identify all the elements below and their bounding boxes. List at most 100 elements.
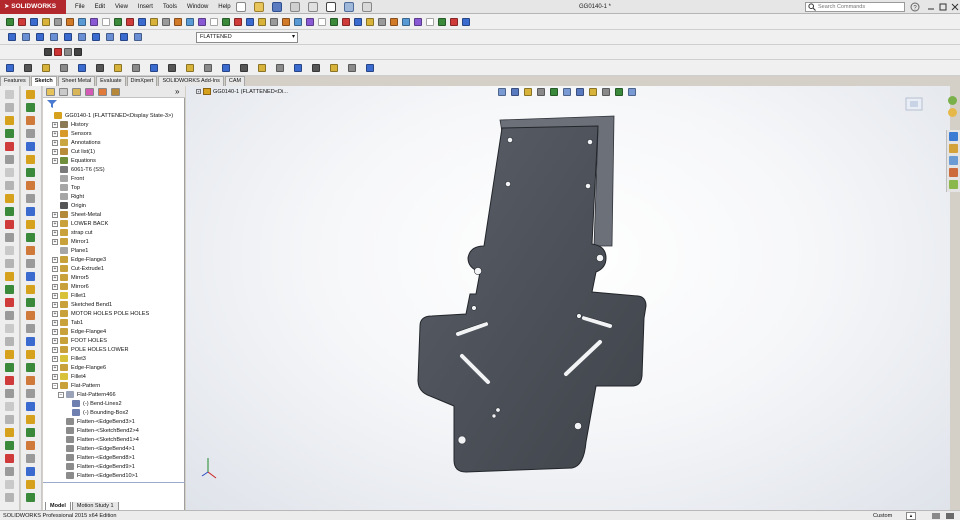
arc-icon[interactable] — [96, 64, 104, 72]
expand-icon[interactable]: + — [52, 256, 58, 263]
corner-icon[interactable] — [26, 194, 35, 203]
fix-tool-icon[interactable] — [5, 376, 14, 385]
cube-icon[interactable] — [22, 33, 30, 41]
forming-tool-icon[interactable] — [26, 246, 35, 255]
restore-icon[interactable] — [938, 2, 948, 12]
mirror-entities-icon[interactable] — [240, 64, 248, 72]
color-icon[interactable] — [390, 18, 398, 26]
expand-icon[interactable]: + — [52, 238, 58, 245]
pan-icon[interactable] — [318, 18, 326, 26]
status-icon-1[interactable] — [932, 513, 940, 519]
layer-tool-icon[interactable] — [5, 493, 14, 502]
arc-tool-icon[interactable] — [5, 142, 14, 151]
tree-item[interactable]: − Flat-Pattern — [52, 381, 100, 390]
search-commands-box[interactable] — [805, 2, 905, 12]
collapse-icon[interactable]: − — [58, 391, 64, 398]
menu-tools[interactable]: Tools — [158, 0, 182, 14]
tree-item[interactable]: − Flat-Pattern466 — [58, 390, 116, 399]
tree-item[interactable]: Front — [52, 174, 84, 183]
macro-icon[interactable] — [42, 18, 50, 26]
hem-icon[interactable] — [26, 142, 35, 151]
convert-icon[interactable] — [26, 103, 35, 112]
text-icon[interactable] — [168, 64, 176, 72]
tab-features[interactable]: Features — [0, 76, 30, 86]
expand-icon[interactable]: + — [52, 274, 58, 281]
options-icon[interactable] — [294, 18, 302, 26]
miter-flange-icon[interactable] — [26, 129, 35, 138]
repair-tool-icon[interactable] — [5, 389, 14, 398]
expand-icon[interactable]: + — [52, 139, 58, 146]
chevron-down-icon[interactable] — [462, 18, 470, 26]
status-icon-2[interactable] — [946, 513, 954, 519]
tree-item[interactable]: (-) Bounding-Box2 — [64, 408, 128, 417]
expand-icon[interactable]: + — [52, 301, 58, 308]
scale-icon[interactable] — [270, 18, 278, 26]
view-icon[interactable] — [366, 18, 374, 26]
box-icon[interactable] — [78, 18, 86, 26]
expand-icon[interactable]: + — [52, 319, 58, 326]
filter-icon[interactable] — [47, 100, 57, 108]
cube-icon-8[interactable] — [120, 33, 128, 41]
tab-slot-icon[interactable] — [26, 402, 35, 411]
relation-icon[interactable] — [294, 64, 302, 72]
expand-icon[interactable]: + — [52, 283, 58, 290]
configuration-manager-tab-icon[interactable] — [72, 88, 81, 96]
model-icon[interactable] — [90, 18, 98, 26]
tree-item[interactable]: Top — [52, 183, 80, 192]
tree-item[interactable]: Flatten-<EdgeBend3>1 — [58, 417, 135, 426]
rapid-sketch-icon[interactable] — [348, 64, 356, 72]
relation-tool-icon[interactable] — [5, 363, 14, 372]
tree-item[interactable]: + Mirror5 — [52, 273, 89, 282]
configuration-dropdown[interactable]: FLATTENED ▾ — [196, 32, 298, 43]
stretch-tool-icon[interactable] — [5, 350, 14, 359]
layout-icon[interactable] — [174, 18, 182, 26]
select-arrow-icon[interactable] — [326, 2, 336, 12]
base-flange-icon[interactable] — [26, 90, 35, 99]
check-icon[interactable] — [102, 18, 110, 26]
solidworks-logo[interactable]: ➤ SOLIDWORKS — [0, 0, 66, 14]
spline-icon[interactable] — [114, 64, 122, 72]
tree-item[interactable]: + Edge-Flange3 — [52, 255, 106, 264]
point-icon[interactable] — [150, 64, 158, 72]
dim-icon[interactable] — [24, 64, 32, 72]
fold-icon[interactable] — [26, 285, 35, 294]
feature-tree-tab-icon[interactable] — [46, 88, 55, 96]
file-explorer-icon[interactable] — [949, 156, 958, 165]
new-document-icon[interactable] — [236, 2, 246, 12]
tab-dimxpert[interactable]: DimXpert — [126, 76, 158, 86]
dimxpert-tab-icon[interactable] — [85, 88, 94, 96]
lock-icon[interactable] — [234, 18, 242, 26]
insert-bends-icon[interactable] — [26, 337, 35, 346]
design-library-icon[interactable] — [949, 144, 958, 153]
cross-break-icon[interactable] — [26, 181, 35, 190]
display-tool-icon[interactable] — [5, 428, 14, 437]
normal-to-icon[interactable] — [8, 33, 16, 41]
fillet-tool-icon[interactable] — [5, 194, 14, 203]
tree-item[interactable]: 6061-T6 (SS) — [52, 165, 105, 174]
zoom-fit-icon[interactable] — [354, 18, 362, 26]
split-tool-icon[interactable] — [5, 259, 14, 268]
mirror-tool-icon[interactable] — [5, 272, 14, 281]
menu-insert[interactable]: Insert — [133, 0, 158, 14]
tree-item[interactable]: + Fillet1 — [52, 291, 86, 300]
display-manager-tab-icon[interactable] — [98, 88, 107, 96]
tree-item[interactable]: + Mirror1 — [52, 237, 89, 246]
break-corner-icon[interactable] — [26, 233, 35, 242]
closed-corner-icon[interactable] — [26, 207, 35, 216]
tree-item[interactable]: + strap cut — [52, 228, 92, 237]
edit-macro-icon[interactable] — [54, 18, 62, 26]
expand-icon[interactable]: + — [52, 130, 58, 137]
save-icon[interactable] — [272, 2, 282, 12]
light-icon[interactable] — [402, 18, 410, 26]
expand-icon[interactable]: + — [52, 364, 58, 371]
mirror-icon[interactable] — [342, 18, 350, 26]
circle-tool-icon[interactable] — [5, 129, 14, 138]
file-properties-icon[interactable] — [362, 2, 372, 12]
tree-item[interactable]: + FOOT HOLES — [52, 336, 107, 345]
expand-icon[interactable]: + — [52, 211, 58, 218]
expand-icon[interactable]: + — [52, 346, 58, 353]
sheet-metal-icon[interactable] — [26, 441, 35, 450]
hole-icon[interactable] — [26, 363, 35, 372]
polygon-tool-icon[interactable] — [5, 155, 14, 164]
tab-cam[interactable]: CAM — [224, 76, 246, 86]
